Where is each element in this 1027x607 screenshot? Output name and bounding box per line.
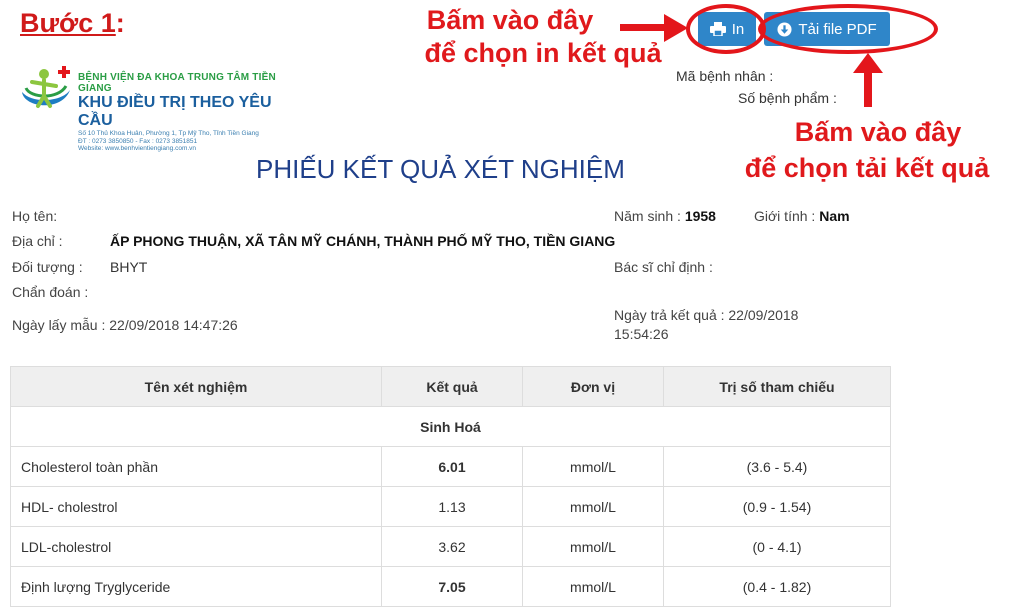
test-result: 3.62 bbox=[381, 526, 523, 567]
page-title: PHIẾU KẾT QUẢ XÉT NGHIỆM bbox=[256, 154, 625, 184]
hospital-logo bbox=[18, 66, 74, 116]
header-reference: Trị số tham chiếu bbox=[663, 366, 891, 407]
address-label: Địa chỉ : bbox=[12, 233, 63, 249]
test-unit: mmol/L bbox=[522, 446, 664, 487]
gender-label: Giới tính : bbox=[754, 208, 816, 224]
hospital-logo-icon bbox=[22, 66, 70, 108]
sample-number-label: Số bệnh phẩm : bbox=[738, 90, 837, 106]
pdf-note-line2: để chọn tải kết quả bbox=[744, 153, 990, 183]
group-row: Sinh Hoá bbox=[10, 406, 891, 447]
hospital-address: Số 10 Thủ Khoa Huân, Phường 1, Tp Mỹ Tho… bbox=[78, 130, 259, 137]
gender: Giới tính : Nam bbox=[754, 208, 850, 224]
table-row: LDL-cholestrol 3.62 mmol/L (0 - 4.1) bbox=[10, 526, 891, 567]
birth-year-value: 1958 bbox=[684, 208, 716, 224]
hospital-phone: ĐT : 0273 3850850 - Fax : 0273 3851851 bbox=[78, 137, 198, 145]
pdf-note-line1: Bấm vào đây bbox=[794, 117, 962, 147]
subject-value: BHYT bbox=[110, 259, 148, 275]
print-note-line2: để chọn in kết quả bbox=[424, 38, 662, 68]
test-reference: (0 - 4.1) bbox=[663, 526, 891, 567]
header-unit: Đơn vị bbox=[522, 366, 664, 407]
gender-value: Nam bbox=[819, 208, 850, 224]
group-name: Sinh Hoá bbox=[10, 406, 891, 447]
result-date: Ngày trả kết quả : 22/09/2018 15:54:26 bbox=[614, 306, 798, 344]
print-note-line1: Bấm vào đây bbox=[426, 5, 594, 35]
pdf-arrow-up-icon bbox=[853, 53, 883, 107]
diagnosis-label: Chẩn đoán : bbox=[12, 284, 89, 300]
test-name: HDL- cholestrol bbox=[10, 486, 382, 527]
print-highlight-ellipse bbox=[686, 4, 766, 54]
hospital-website: Website: www.benhvientiengiang.com.vn bbox=[78, 145, 197, 152]
address-value: ẤP PHONG THUẬN, XÃ TÂN MỸ CHÁNH, THÀNH P… bbox=[110, 233, 616, 249]
test-name: LDL-cholestrol bbox=[10, 526, 382, 567]
test-result: 1.13 bbox=[381, 486, 523, 527]
print-note: Bấm vào đây để chọn in kết quả bbox=[378, 4, 708, 70]
test-reference: (3.6 - 5.4) bbox=[663, 446, 891, 487]
pdf-highlight-ellipse bbox=[758, 4, 938, 54]
step-label: Bước 1: bbox=[20, 8, 125, 38]
hospital-info: BỆNH VIỆN ĐA KHOA TRUNG TÂM TIỀN GIANG K… bbox=[78, 72, 308, 153]
test-result: 6.01 bbox=[381, 446, 523, 487]
table-header-row: Tên xét nghiệm Kết quả Đơn vị Trị số tha… bbox=[10, 366, 891, 407]
name-label: Họ tên: bbox=[12, 208, 58, 224]
table-row: Cholesterol toàn phần 6.01 mmol/L (3.6 -… bbox=[10, 446, 891, 487]
doctor-label: Bác sĩ chỉ định : bbox=[614, 259, 713, 275]
test-unit: mmol/L bbox=[522, 486, 664, 527]
pdf-note: Bấm vào đây để chọn tải kết quả bbox=[738, 116, 1027, 185]
header-test-name: Tên xét nghiệm bbox=[10, 366, 382, 407]
sample-date: Ngày lấy mẫu : 22/09/2018 14:47:26 bbox=[12, 317, 238, 333]
test-name: Cholesterol toàn phần bbox=[10, 446, 382, 487]
birth-year: Năm sinh : 1958 bbox=[614, 208, 716, 224]
table-row: HDL- cholestrol 1.13 mmol/L (0.9 - 1.54) bbox=[10, 486, 891, 527]
test-reference: (0.9 - 1.54) bbox=[663, 486, 891, 527]
patient-id-label: Mã bệnh nhân : bbox=[676, 68, 774, 84]
result-date-line2: 15:54:26 bbox=[614, 326, 669, 342]
hospital-name: BỆNH VIỆN ĐA KHOA TRUNG TÂM TIỀN GIANG bbox=[78, 72, 276, 94]
print-arrow-head-icon bbox=[664, 14, 688, 42]
department-name: KHU ĐIỀU TRỊ THEO YÊU CẦU bbox=[78, 94, 272, 129]
birth-year-label: Năm sinh : bbox=[614, 208, 681, 224]
results-table: Tên xét nghiệm Kết quả Đơn vị Trị số tha… bbox=[10, 366, 891, 607]
subject-label: Đối tượng : bbox=[12, 259, 83, 275]
header-result: Kết quả bbox=[381, 366, 523, 407]
test-unit: mmol/L bbox=[522, 526, 664, 567]
result-date-line1: Ngày trả kết quả : 22/09/2018 bbox=[614, 307, 799, 323]
